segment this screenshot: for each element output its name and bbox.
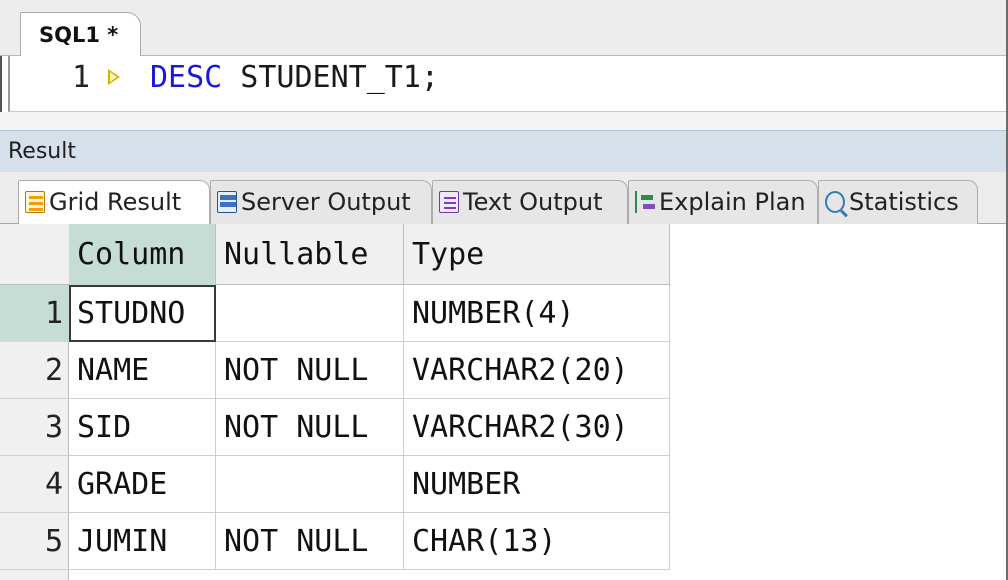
table-row[interactable]: 1 STUDNO NUMBER(4) xyxy=(0,285,670,342)
line-number: 1 xyxy=(72,60,91,95)
cell-column[interactable]: GRADE xyxy=(69,456,216,513)
cell-type[interactable]: VARCHAR2(30) xyxy=(404,399,670,456)
tab-statistics[interactable]: Statistics xyxy=(818,180,978,224)
row-number[interactable]: 3 xyxy=(0,399,69,456)
cell-nullable[interactable]: NOT NULL xyxy=(216,513,404,570)
splitter[interactable] xyxy=(0,112,1008,130)
tab-grid-result[interactable]: Grid Result xyxy=(18,180,210,225)
column-header-column[interactable]: Column xyxy=(69,224,216,285)
cell-nullable[interactable] xyxy=(216,456,404,513)
result-grid[interactable]: Column Nullable Type 1 STUDNO NUMBER(4) … xyxy=(0,224,1008,580)
tab-explain-plan[interactable]: Explain Plan xyxy=(628,180,818,224)
tab-label: Server Output xyxy=(241,188,411,216)
row-number[interactable]: 4 xyxy=(0,456,69,513)
tab-label: Explain Plan xyxy=(659,188,806,216)
cell-type[interactable]: VARCHAR2(20) xyxy=(404,342,670,399)
sql-statement[interactable]: DESC STUDENT_T1; xyxy=(150,60,439,95)
cell-column[interactable]: SID xyxy=(69,399,216,456)
tab-sql1[interactable]: SQL1 * xyxy=(20,12,142,56)
text-output-icon xyxy=(439,191,459,213)
row-number[interactable]: 1 xyxy=(0,285,69,342)
cell-column[interactable]: JUMIN xyxy=(69,513,216,570)
result-panel-header: Result xyxy=(0,130,1008,172)
grid-result-icon xyxy=(25,191,45,213)
cell-type[interactable]: NUMBER(4) xyxy=(404,285,670,342)
cell-nullable[interactable] xyxy=(216,285,404,342)
statistics-icon xyxy=(825,191,845,213)
tab-label: Statistics xyxy=(849,188,959,216)
table-row[interactable]: 3 SID NOT NULL VARCHAR2(30) xyxy=(0,399,670,456)
table-row[interactable]: 2 NAME NOT NULL VARCHAR2(20) xyxy=(0,342,670,399)
sql-statement-rest: STUDENT_T1; xyxy=(222,60,439,95)
grid-header: Column Nullable Type xyxy=(0,224,670,285)
cell-type[interactable]: CHAR(13) xyxy=(404,513,670,570)
result-panel-title: Result xyxy=(8,139,76,164)
table-row[interactable]: 5 JUMIN NOT NULL CHAR(13) xyxy=(0,513,670,570)
cell-column[interactable]: NAME xyxy=(69,342,216,399)
cell-column[interactable]: STUDNO xyxy=(69,285,216,342)
explain-plan-icon xyxy=(635,191,655,213)
column-header-nullable[interactable]: Nullable xyxy=(216,224,404,285)
sql-editor[interactable]: 1 DESC STUDENT_T1; xyxy=(8,56,1008,112)
tab-server-output[interactable]: Server Output xyxy=(210,180,432,224)
editor-tab-strip: SQL1 * xyxy=(0,0,1008,56)
tab-text-output[interactable]: Text Output xyxy=(432,180,628,224)
current-statement-arrow-icon xyxy=(108,69,120,85)
cell-nullable[interactable]: NOT NULL xyxy=(216,399,404,456)
row-number[interactable]: 5 xyxy=(0,513,69,570)
cell-nullable[interactable]: NOT NULL xyxy=(216,342,404,399)
column-header-type[interactable]: Type xyxy=(404,224,670,285)
sql-keyword: DESC xyxy=(150,60,223,95)
cell-type[interactable]: NUMBER xyxy=(404,456,670,513)
server-output-icon xyxy=(217,191,237,213)
result-tab-strip: Grid Result Server Output Text Output Ex… xyxy=(0,172,1008,225)
row-number[interactable]: 2 xyxy=(0,342,69,399)
table-row[interactable]: 4 GRADE NUMBER xyxy=(0,456,670,513)
tab-label: Grid Result xyxy=(49,188,182,216)
tab-label: Text Output xyxy=(463,188,603,216)
